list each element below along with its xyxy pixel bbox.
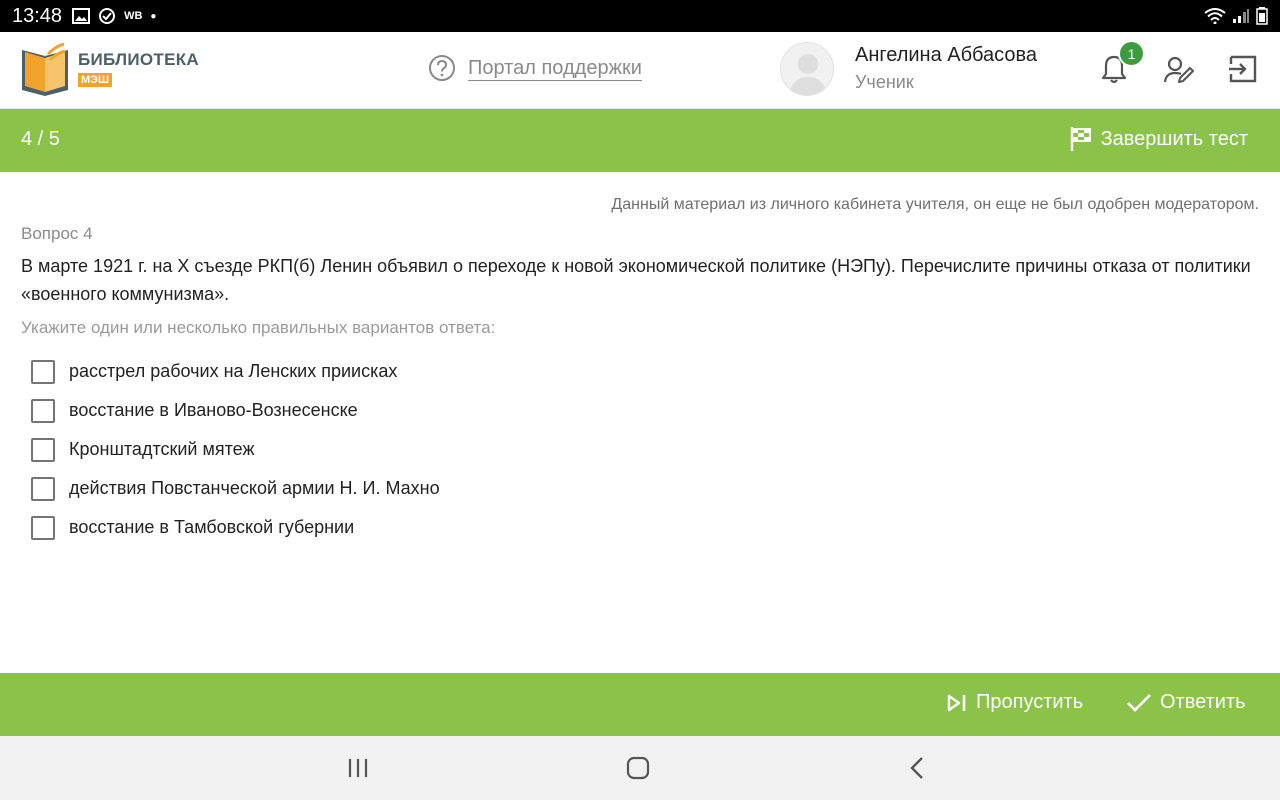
flag-icon xyxy=(1070,127,1091,151)
option-checkbox[interactable] xyxy=(31,359,55,384)
option-label: восстание в Тамбовской губернии xyxy=(69,517,355,537)
action-bar: Пропустить Ответить xyxy=(0,673,1280,736)
help-icon xyxy=(429,55,455,81)
exit-icon xyxy=(1229,55,1257,83)
answer-option[interactable]: восстание в Тамбовской губернии xyxy=(31,508,440,547)
option-label: действия Повстанческой армии Н. И. Махно xyxy=(69,478,440,498)
logo-subtitle: МЭШ xyxy=(78,73,113,87)
test-toolbar: 4 / 5 Завершить тест xyxy=(0,109,1280,172)
status-bar: 13:48 WB ● xyxy=(0,0,1280,32)
option-label: расстрел рабочих на Ленских приисках xyxy=(69,361,398,381)
status-time: 13:48 xyxy=(12,4,63,27)
edit-profile-button[interactable] xyxy=(1163,56,1194,89)
logout-button[interactable] xyxy=(1228,54,1258,89)
answer-option[interactable]: Кронштадтский мятеж xyxy=(31,430,440,469)
carrier-tag: WB xyxy=(124,10,143,22)
dot-icon: ● xyxy=(150,10,157,22)
recent-apps-button[interactable] xyxy=(346,756,370,785)
back-icon xyxy=(910,757,923,779)
user-role: Ученик xyxy=(855,72,914,92)
answer-option[interactable]: восстание в Иваново-Вознесенске xyxy=(31,391,440,430)
question-progress: 4 / 5 xyxy=(21,128,60,150)
support-link[interactable]: Портал поддержки xyxy=(428,54,642,82)
answer-option[interactable]: расстрел рабочих на Ленских приисках xyxy=(31,352,440,391)
user-name: Ангелина Аббасова xyxy=(855,44,1038,66)
system-nav-bar xyxy=(0,736,1280,800)
option-label: восстание в Иваново-Вознесенске xyxy=(69,400,358,420)
question-content: Данный материал из личного кабинета учит… xyxy=(0,172,1280,673)
edit-user-icon xyxy=(1163,56,1194,83)
option-checkbox[interactable] xyxy=(31,398,55,423)
support-label: Портал поддержки xyxy=(468,56,642,81)
avatar[interactable] xyxy=(780,42,834,96)
moderation-notice: Данный материал из личного кабинета учит… xyxy=(611,196,1259,213)
recent-apps-icon xyxy=(348,759,368,777)
skip-icon xyxy=(947,694,966,711)
library-logo[interactable]: БИБЛИОТЕКА МЭШ xyxy=(20,42,199,96)
answer-option[interactable]: действия Повстанческой армии Н. И. Махно xyxy=(31,469,440,508)
finish-test-button[interactable]: Завершить тест xyxy=(1069,126,1248,152)
question-text: В марте 1921 г. на X съезде РКП(б) Ленин… xyxy=(21,256,1251,304)
logo-title: БИБЛИОТЕКА xyxy=(78,50,199,69)
option-label: Кронштадтский мятеж xyxy=(69,439,255,459)
answer-label: Ответить xyxy=(1160,691,1246,713)
question-number: Вопрос 4 xyxy=(21,224,93,243)
wifi-icon xyxy=(1204,8,1226,24)
sync-check-icon xyxy=(99,8,116,24)
avatar-icon xyxy=(789,54,827,95)
option-checkbox[interactable] xyxy=(31,437,55,462)
answer-button[interactable]: Ответить xyxy=(1126,691,1246,714)
finish-test-label: Завершить тест xyxy=(1100,127,1248,150)
answer-hint: Укажите один или несколько правильных ва… xyxy=(21,318,496,337)
notification-badge[interactable]: 1 xyxy=(1118,40,1145,67)
option-checkbox[interactable] xyxy=(31,515,55,540)
skip-button[interactable]: Пропустить xyxy=(946,691,1083,714)
answer-options: расстрел рабочих на Ленских приисках вос… xyxy=(31,352,440,547)
battery-icon xyxy=(1256,7,1268,25)
app-header: БИБЛИОТЕКА МЭШ Портал поддержки Ангелина… xyxy=(0,32,1280,109)
logo-book-icon xyxy=(22,42,68,96)
image-icon xyxy=(72,8,91,24)
check-icon xyxy=(1127,693,1151,712)
skip-label: Пропустить xyxy=(976,691,1084,713)
home-icon xyxy=(626,756,650,780)
signal-icon xyxy=(1233,9,1249,23)
home-button[interactable] xyxy=(626,756,650,785)
back-button[interactable] xyxy=(906,756,930,785)
option-checkbox[interactable] xyxy=(31,476,55,501)
